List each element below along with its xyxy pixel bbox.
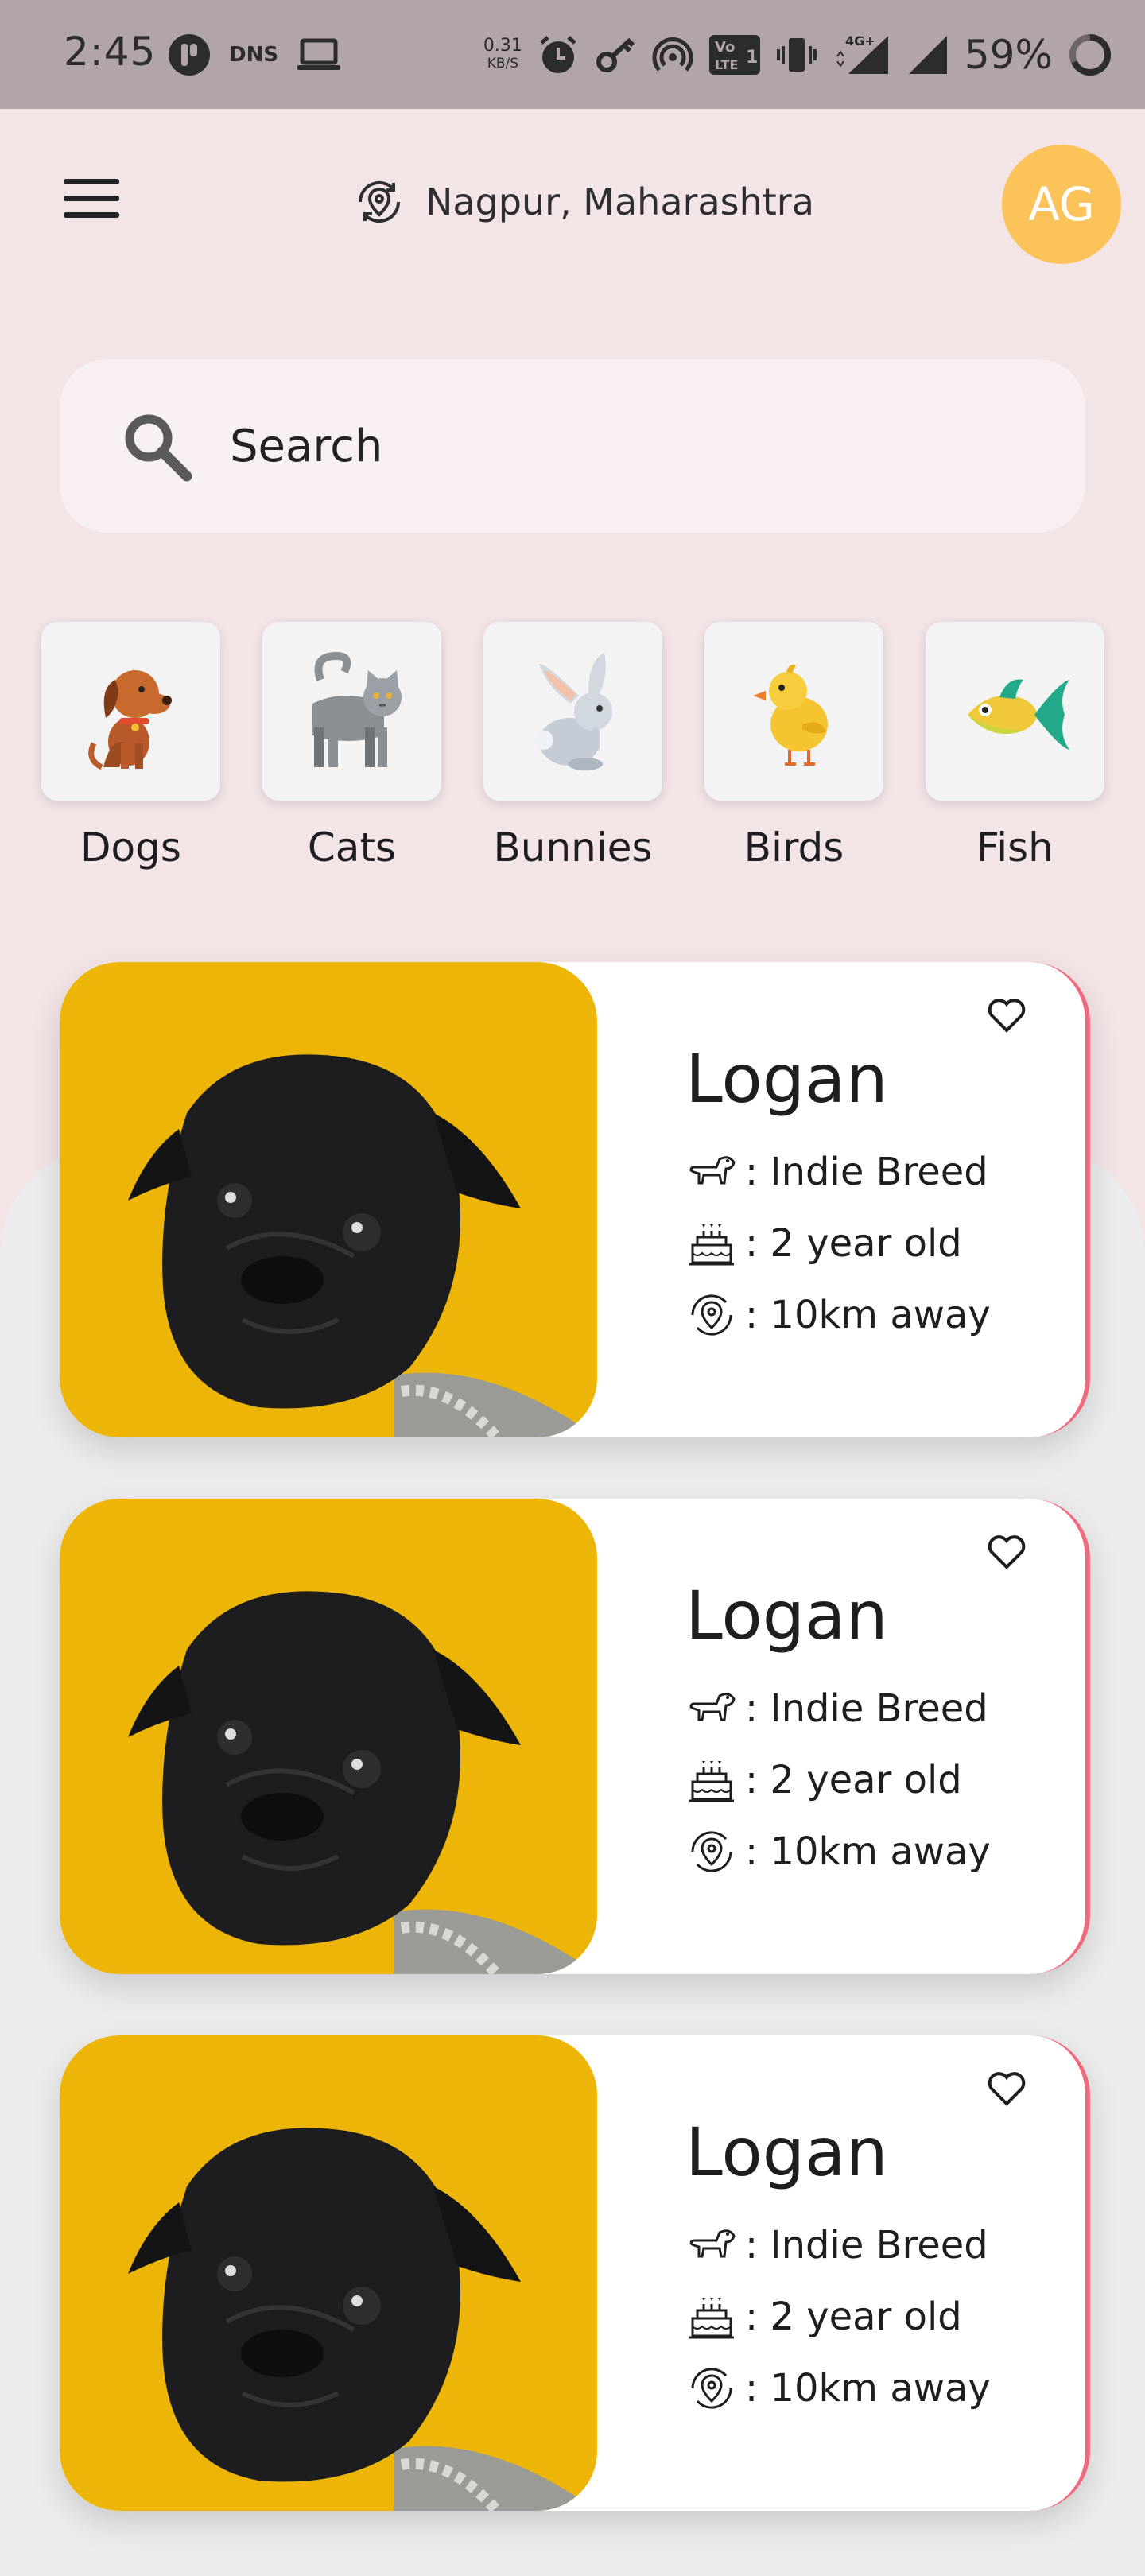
pet-distance: : 10km away (745, 2366, 991, 2411)
pet-breed-row: : Indie Breed (686, 1683, 988, 1734)
pet-card[interactable]: Logan : Indie Breed : 2 year old : 10km … (60, 1499, 1090, 1974)
category-dogs[interactable]: Dogs (41, 622, 220, 871)
pet-age-row: : 2 year old (686, 2291, 962, 2342)
location-distance-icon (691, 2368, 732, 2409)
fish-icon (967, 678, 1069, 750)
favorite-heart-icon[interactable] (986, 2067, 1027, 2109)
bird-icon (752, 664, 828, 766)
pet-breed-row: : Indie Breed (686, 1146, 988, 1197)
location-distance-icon (691, 1294, 732, 1336)
pet-distance: : 10km away (745, 1293, 991, 1337)
pet-distance-row: : 10km away (686, 2363, 991, 2414)
birthday-cake-icon (689, 1761, 734, 1802)
avatar-initials: AG (1028, 177, 1095, 231)
pet-photo (60, 962, 597, 1437)
svg-text:LTE: LTE (715, 57, 738, 72)
app-notification-icon (169, 34, 210, 76)
category-tile (926, 622, 1104, 801)
location-label: Nagpur, Maharashtra (425, 180, 814, 223)
vpn-key-icon (596, 37, 635, 72)
pug-image (128, 1591, 597, 1974)
laptop-icon (297, 38, 341, 70)
favorite-heart-icon[interactable] (986, 1530, 1027, 1572)
pug-image (128, 1054, 597, 1437)
pet-breed: : Indie Breed (745, 1150, 988, 1194)
status-bar: 2:45 DNS 0.31 KB/S Vo LTE 1 4G+ 59% (0, 0, 1145, 109)
category-label: Birds (743, 824, 844, 871)
pet-distance-row: : 10km away (686, 1826, 991, 1877)
hamburger-icon (64, 179, 119, 184)
search-bar[interactable] (60, 359, 1085, 533)
pet-photo (60, 2035, 597, 2511)
search-input[interactable] (228, 419, 947, 473)
location-selector[interactable]: Nagpur, Maharashtra (354, 177, 814, 227)
svg-text:Vo: Vo (715, 39, 735, 56)
pet-photo (60, 1499, 597, 1974)
status-left-icons: DNS (167, 27, 342, 83)
pet-age: : 2 year old (745, 1221, 962, 1266)
pet-distance: : 10km away (745, 1829, 991, 1874)
dns-indicator: DNS (229, 43, 279, 67)
category-label: Fish (976, 824, 1054, 871)
cat-icon (312, 651, 402, 767)
volte-icon: VoLTE 1 (708, 35, 760, 75)
battery-icon (1069, 33, 1112, 76)
pet-name: Logan (685, 1040, 888, 1118)
category-bunnies[interactable]: Bunnies (483, 622, 662, 871)
hamburger-icon-line (64, 196, 119, 201)
category-tile (262, 622, 441, 801)
dog-icon (87, 669, 172, 770)
status-time: 2:45 (64, 29, 157, 75)
category-list: Dogs Cats Bunnies Birds Fish (41, 622, 1111, 871)
dog-breed-icon (689, 1156, 736, 1185)
category-tile (704, 622, 883, 801)
signal-icon (908, 36, 947, 74)
dog-breed-icon (689, 2229, 736, 2258)
signal-4g-icon: 4G+ (836, 33, 888, 74)
vibrate-icon (776, 38, 817, 72)
pug-image (128, 2128, 597, 2511)
pet-distance-row: : 10km away (686, 1290, 991, 1340)
speed-unit: KB/S (487, 56, 519, 72)
pet-age-row: : 2 year old (686, 1218, 962, 1269)
category-label: Bunnies (493, 824, 653, 871)
birthday-cake-icon (689, 2298, 734, 2339)
alarm-icon (540, 36, 576, 73)
pet-name: Logan (685, 1577, 888, 1655)
status-right-icons: 0.31 KB/S Vo LTE 1 4G+ 59% (483, 27, 1113, 83)
svg-text:4G+: 4G+ (845, 33, 875, 48)
dog-breed-icon (689, 1693, 736, 1721)
pet-card[interactable]: Logan : Indie Breed : 2 year old : 10km … (60, 962, 1090, 1437)
category-label: Cats (307, 824, 397, 871)
category-cats[interactable]: Cats (262, 622, 441, 871)
category-tile (41, 622, 220, 801)
pet-age-row: : 2 year old (686, 1755, 962, 1806)
category-birds[interactable]: Birds (704, 622, 883, 871)
pet-breed: : Indie Breed (745, 2223, 988, 2268)
hamburger-icon-line (64, 212, 119, 218)
category-tile (483, 622, 662, 801)
pet-name: Logan (685, 2113, 888, 2191)
menu-button[interactable] (64, 179, 127, 227)
location-refresh-icon (358, 180, 401, 223)
category-label: Dogs (80, 824, 181, 871)
birthday-cake-icon (689, 1224, 734, 1266)
pet-age: : 2 year old (745, 1758, 962, 1802)
category-fish[interactable]: Fish (926, 622, 1104, 871)
search-icon (125, 414, 192, 482)
bunny-icon (534, 652, 612, 770)
pet-age: : 2 year old (745, 2295, 962, 2339)
pet-breed: : Indie Breed (745, 1686, 988, 1731)
svg-text:1: 1 (746, 48, 758, 68)
location-distance-icon (691, 1831, 732, 1872)
hotspot-icon (652, 37, 693, 72)
avatar[interactable]: AG (1002, 145, 1121, 264)
pet-card[interactable]: Logan : Indie Breed : 2 year old : 10km … (60, 2035, 1090, 2511)
battery-percent: 59% (964, 32, 1053, 78)
favorite-heart-icon[interactable] (986, 994, 1027, 1035)
pet-breed-row: : Indie Breed (686, 2220, 988, 2271)
network-speed: 0.31 KB/S (483, 37, 522, 72)
speed-value: 0.31 (483, 36, 522, 56)
